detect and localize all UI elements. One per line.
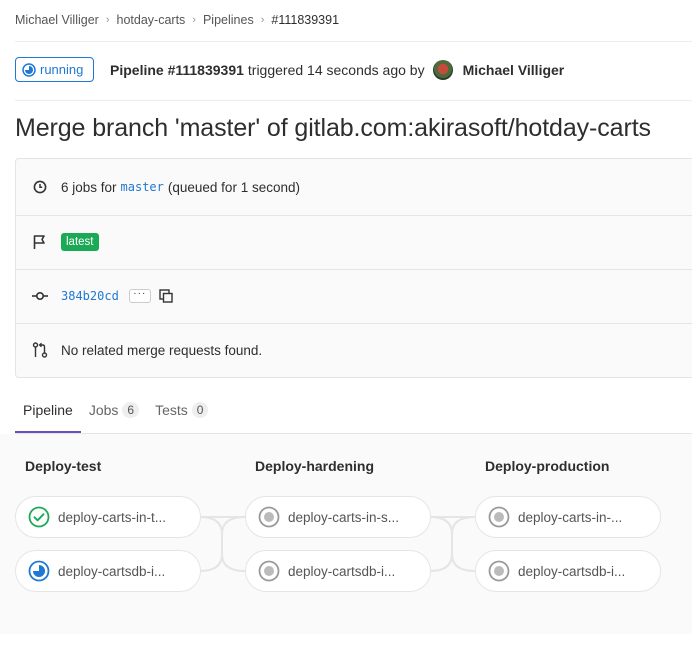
pipeline-tabs: Pipeline Jobs 6 Tests 0: [15, 388, 692, 434]
created-icon: [258, 560, 280, 582]
author-link[interactable]: Michael Villiger: [463, 62, 565, 78]
status-badge[interactable]: running: [15, 57, 95, 82]
divider: [15, 41, 692, 42]
branch-link[interactable]: master: [121, 180, 164, 194]
job-name: deploy-carts-in-t...: [58, 509, 167, 525]
tab-tests-label: Tests: [155, 402, 188, 418]
breadcrumb-owner[interactable]: Michael Villiger: [15, 13, 99, 27]
job-name: deploy-carts-in-...: [518, 509, 623, 525]
job-name: deploy-carts-in-s...: [288, 509, 400, 525]
job-deploy-carts-in-staging[interactable]: deploy-carts-in-s...: [245, 496, 431, 538]
commit-sha-link[interactable]: 384b20cd: [61, 289, 119, 303]
merge-requests-text: No related merge requests found.: [61, 342, 263, 358]
created-icon: [258, 506, 280, 528]
flag-icon: [31, 234, 49, 250]
tab-pipeline-label: Pipeline: [23, 401, 73, 418]
latest-badge: latest: [61, 233, 99, 251]
tab-jobs[interactable]: Jobs 6: [81, 388, 147, 432]
divider: [15, 100, 692, 101]
avatar[interactable]: [432, 60, 453, 80]
pipeline-graph: Deploy-test Deploy-hardening Deploy-prod…: [0, 434, 692, 634]
job-deploy-cartsdb-in-test[interactable]: deploy-cartsdb-i...: [15, 550, 201, 592]
page-title: Merge branch 'master' of gitlab.com:akir…: [15, 114, 651, 142]
merge-requests-row: No related merge requests found.: [16, 323, 692, 377]
merge-request-icon: [31, 342, 49, 358]
pipeline-id: Pipeline #111839391: [110, 62, 244, 78]
copy-icon[interactable]: [159, 289, 173, 303]
tab-tests-count: 0: [191, 402, 209, 418]
tab-jobs-label: Jobs: [88, 402, 119, 418]
created-icon: [488, 560, 510, 582]
job-name: deploy-cartsdb-i...: [58, 563, 166, 579]
job-deploy-cartsdb-in-production[interactable]: deploy-cartsdb-i...: [475, 550, 661, 592]
stage-title-deploy-production: Deploy-production: [485, 458, 610, 474]
stage-title-deploy-hardening: Deploy-hardening: [255, 458, 375, 474]
job-deploy-carts-in-production[interactable]: deploy-carts-in-...: [475, 496, 661, 538]
job-deploy-cartsdb-in-staging[interactable]: deploy-cartsdb-i...: [245, 550, 431, 592]
jobs-info-row: 6 jobs for master (queued for 1 second): [16, 159, 692, 216]
running-icon: [22, 62, 36, 77]
breadcrumb-pipelines[interactable]: Pipelines: [203, 13, 254, 27]
triggered-text: triggered 14 seconds ago by: [247, 62, 425, 78]
job-name: deploy-cartsdb-i...: [288, 563, 396, 579]
stage-title-deploy-test: Deploy-test: [25, 458, 102, 474]
expand-commit-message-button[interactable]: ···: [128, 289, 151, 303]
breadcrumb-pipeline-id[interactable]: #111839391: [271, 13, 339, 27]
breadcrumb: Michael Villiger › hotday-carts › Pipeli…: [15, 10, 339, 30]
commit-icon: [31, 291, 49, 301]
tab-jobs-count: 6: [122, 402, 140, 418]
commit-row: 384b20cd ···: [16, 269, 692, 324]
chevron-right-icon: ›: [192, 14, 196, 26]
status-label: running: [40, 62, 84, 77]
breadcrumb-project[interactable]: hotday-carts: [117, 13, 186, 27]
tab-pipeline[interactable]: Pipeline: [15, 388, 81, 433]
running-icon: [28, 560, 50, 582]
queued-text: (queued for 1 second): [167, 179, 300, 195]
job-name: deploy-cartsdb-i...: [518, 563, 626, 579]
chevron-right-icon: ›: [105, 14, 110, 26]
tab-tests[interactable]: Tests 0: [147, 388, 216, 432]
created-icon: [488, 506, 510, 528]
jobs-count-text: 6 jobs for: [61, 179, 117, 195]
pipeline-info-box: 6 jobs for master (queued for 1 second) …: [15, 158, 692, 378]
success-icon: [28, 506, 50, 528]
chevron-right-icon: ›: [260, 14, 265, 26]
badges-row: latest: [16, 215, 692, 270]
pipeline-header: Pipeline #111839391 triggered 14 seconds…: [110, 60, 564, 80]
clock-icon: [31, 180, 49, 194]
job-deploy-carts-in-test[interactable]: deploy-carts-in-t...: [15, 496, 201, 538]
